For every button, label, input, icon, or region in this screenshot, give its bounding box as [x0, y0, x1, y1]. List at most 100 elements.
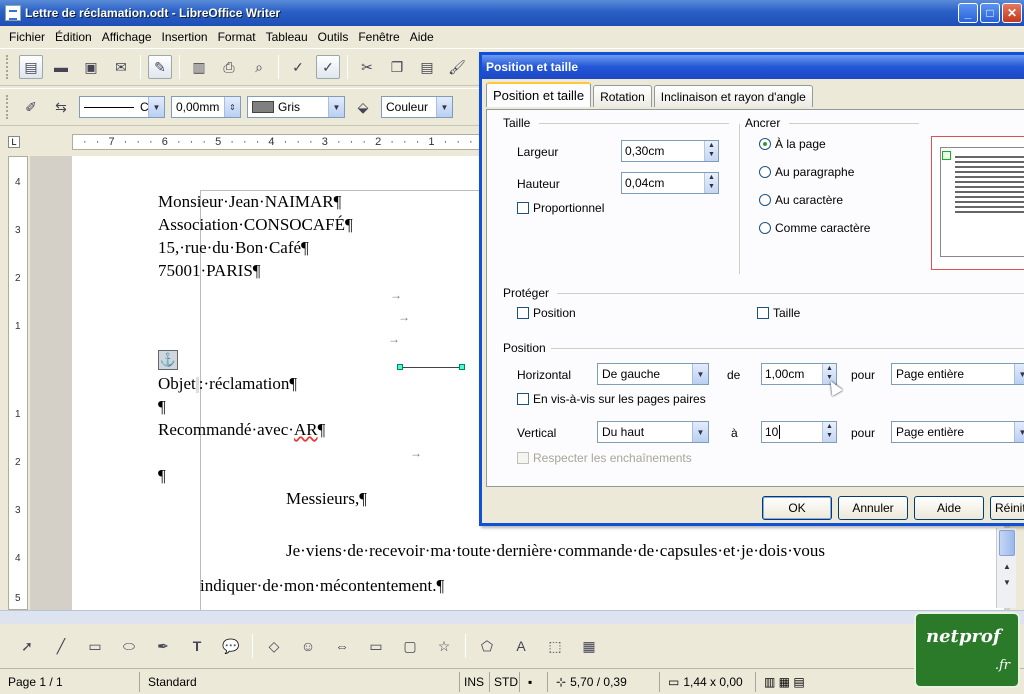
page-count[interactable]: Page 1 / 1 [0, 671, 140, 692]
ruler-scale[interactable]: · · 7 · · · 6 · · · 5 · · · 4 · · · 3 · … [72, 134, 484, 150]
tab-stop-selector[interactable]: L [8, 136, 20, 148]
edit-mode-icon[interactable]: ✎ [148, 55, 172, 79]
vertical-relation-select[interactable]: Page entière ▼ [891, 421, 1024, 443]
symbol-shapes-icon[interactable]: ☺ [296, 634, 320, 658]
toolbar-grip[interactable] [6, 95, 10, 119]
menu-tableau[interactable]: Tableau [261, 30, 313, 44]
clone-format-icon[interactable]: 🖌 [445, 55, 469, 79]
print-preview-icon[interactable]: ⌕ [247, 55, 271, 79]
close-button[interactable]: ✕ [1002, 3, 1022, 23]
toolbar-grip[interactable] [6, 55, 10, 79]
height-spin[interactable]: 0,04cm ▲ ▼ [621, 172, 719, 194]
menu-fichier[interactable]: Fichier [4, 30, 50, 44]
salutation[interactable]: Messieurs,¶ [286, 489, 367, 509]
ellipse-tool-icon[interactable]: ⬭ [117, 634, 141, 658]
block-arrows-icon[interactable]: ⇔ [330, 634, 354, 658]
selected-line-shape[interactable] [400, 367, 462, 368]
rectangle-tool-icon[interactable]: ▭ [83, 634, 107, 658]
export-pdf-icon[interactable]: ▥ [187, 55, 211, 79]
protect-size-checkbox[interactable] [757, 307, 769, 319]
scroll-up-icon[interactable]: ▲ [999, 562, 1015, 576]
open-folder-icon[interactable]: ▬ [49, 55, 73, 79]
scroll-down-icon[interactable]: ▼ [999, 578, 1015, 592]
vertical-offset-spin[interactable]: 10 ▲ ▼ [761, 421, 837, 443]
fontwork-icon[interactable]: A [509, 634, 533, 658]
menu-format[interactable]: Format [213, 30, 261, 44]
body-paragraph[interactable]: Je·viens·de·recevoir·ma·toute·dernière·c… [286, 541, 825, 561]
new-document-icon[interactable]: ▤ [19, 55, 43, 79]
area-icon[interactable]: ⬙ [351, 95, 375, 119]
mirror-checkbox[interactable] [517, 393, 529, 405]
callout-tool-icon[interactable]: 💬 [219, 634, 243, 658]
width-spin[interactable]: 0,30cm ▲ ▼ [621, 140, 719, 162]
view-layout-icons[interactable]: ▥ ▦ ▤ [756, 672, 826, 692]
line-width-spin[interactable]: 0,00mm ⇕ [171, 96, 241, 118]
tab-position-size[interactable]: Position et taille [486, 82, 592, 107]
paste-icon[interactable]: ▤ [415, 55, 439, 79]
maximize-button[interactable]: □ [980, 3, 1000, 23]
line-style-select[interactable]: C ▼ [79, 96, 165, 118]
tab-rotation[interactable]: Rotation [593, 85, 652, 107]
ok-button[interactable]: OK [762, 496, 832, 520]
frame-icon[interactable]: ⬚ [543, 634, 567, 658]
cancel-button[interactable]: Annuler [838, 496, 908, 520]
help-button[interactable]: Aide [914, 496, 984, 520]
address-line[interactable]: Association·CONSOCAFÉ¶ [158, 215, 353, 235]
body-paragraph[interactable]: indiquer·de·mon·mécontentement.¶ [200, 576, 444, 596]
vertical-scrollbar[interactable]: ▲ ▼ [996, 528, 1016, 608]
vertical-select[interactable]: Du haut ▼ [597, 421, 709, 443]
selection-mode[interactable]: STD [490, 671, 520, 692]
anchor-page-radio[interactable] [759, 138, 771, 150]
points-icon[interactable]: ⬠ [475, 634, 499, 658]
recommande-line[interactable]: Recommandé·avec·AR¶ [158, 420, 325, 440]
copy-icon[interactable]: ❐ [385, 55, 409, 79]
pen-icon[interactable]: ✐ [19, 95, 43, 119]
arrow-style-icon[interactable]: ⇆ [49, 95, 73, 119]
flowchart-icon[interactable]: ▭ [364, 634, 388, 658]
address-line[interactable]: Monsieur·Jean·NAIMAR¶ [158, 192, 341, 212]
horizontal-scrollbar[interactable] [0, 610, 1024, 624]
selection-handle[interactable] [459, 364, 465, 370]
menu-aide[interactable]: Aide [405, 30, 439, 44]
stars-icon[interactable]: ☆ [432, 634, 456, 658]
insert-mode[interactable]: INS [460, 671, 490, 692]
scroll-thumb[interactable] [999, 530, 1015, 556]
extrusion-icon[interactable]: ▦ [577, 634, 601, 658]
tab-slant-corner[interactable]: Inclinaison et rayon d'angle [653, 85, 813, 107]
text-tool-icon[interactable]: T [185, 634, 209, 658]
follow-text-flow-checkbox[interactable] [517, 452, 529, 464]
callouts-icon[interactable]: ▢ [398, 634, 422, 658]
horizontal-relation-select[interactable]: Page entière ▼ [891, 363, 1024, 385]
anchor-as-character-radio[interactable] [759, 222, 771, 234]
menu-affichage[interactable]: Affichage [97, 30, 157, 44]
print-icon[interactable]: ⎙ [217, 55, 241, 79]
anchor-character-radio[interactable] [759, 194, 771, 206]
empty-paragraph[interactable]: ¶ [158, 397, 166, 417]
auto-spellcheck-icon[interactable]: ✓ [316, 55, 340, 79]
menu-outils[interactable]: Outils [313, 30, 354, 44]
save-icon[interactable]: ▣ [79, 55, 103, 79]
horizontal-offset-spin[interactable]: 1,00cm ▲ ▼ [761, 363, 837, 385]
line-tool-icon[interactable]: ╱ [49, 634, 73, 658]
freeform-tool-icon[interactable]: ✒ [151, 634, 175, 658]
selection-handle[interactable] [397, 364, 403, 370]
horizontal-select[interactable]: De gauche ▼ [597, 363, 709, 385]
page-style[interactable]: Standard [140, 671, 460, 692]
protect-position-checkbox[interactable] [517, 307, 529, 319]
address-line[interactable]: 75001·PARIS¶ [158, 261, 261, 281]
address-line[interactable]: 15,·rue·du·Bon·Café¶ [158, 238, 309, 258]
reset-button[interactable]: Réinit [990, 496, 1024, 520]
spellcheck-icon[interactable]: ✓ [286, 55, 310, 79]
email-icon[interactable]: ✉ [109, 55, 133, 79]
empty-paragraph[interactable]: ¶ [158, 466, 166, 486]
menu-edition[interactable]: Édition [50, 30, 97, 44]
objet-line[interactable]: Objet:·réclamation¶ [158, 374, 297, 394]
line-color-select[interactable]: Gris ▼ [247, 96, 345, 118]
basic-shapes-icon[interactable]: ◇ [262, 634, 286, 658]
anchor-paragraph-radio[interactable] [759, 166, 771, 178]
cut-icon[interactable]: ✂ [355, 55, 379, 79]
minimize-button[interactable]: _ [958, 3, 978, 23]
area-style-select[interactable]: Couleur ▼ [381, 96, 453, 118]
menu-insertion[interactable]: Insertion [157, 30, 213, 44]
proportional-checkbox[interactable] [517, 202, 529, 214]
